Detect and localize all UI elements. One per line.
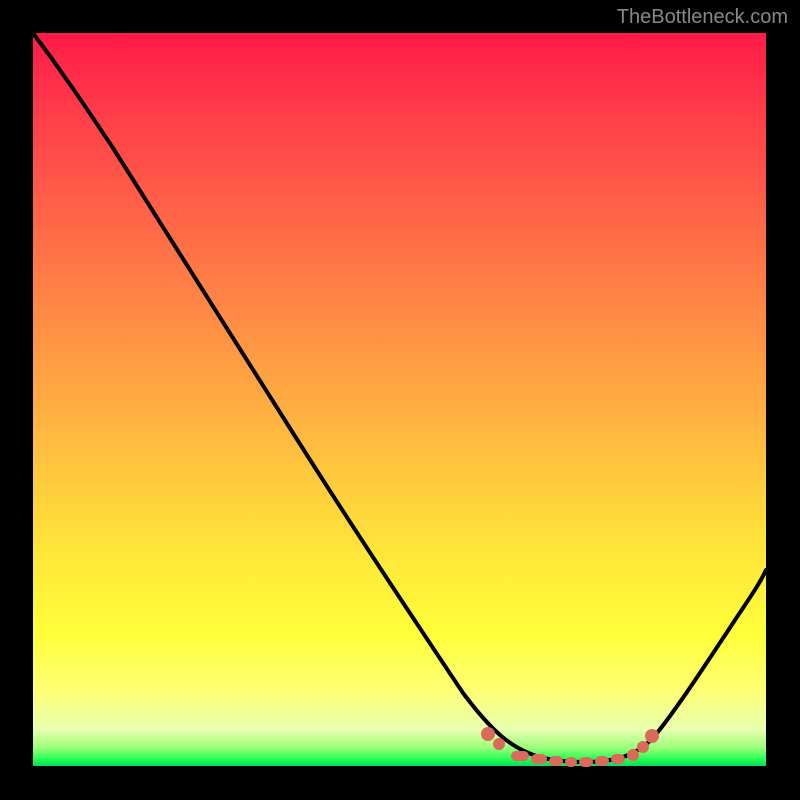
chart-container: TheBottleneck.com [0,0,800,800]
curve-path [33,33,766,762]
watermark-text: TheBottleneck.com [617,6,788,29]
plot-area [33,33,766,766]
bottleneck-curve [33,33,766,766]
optimal-zone-markers [481,727,659,767]
